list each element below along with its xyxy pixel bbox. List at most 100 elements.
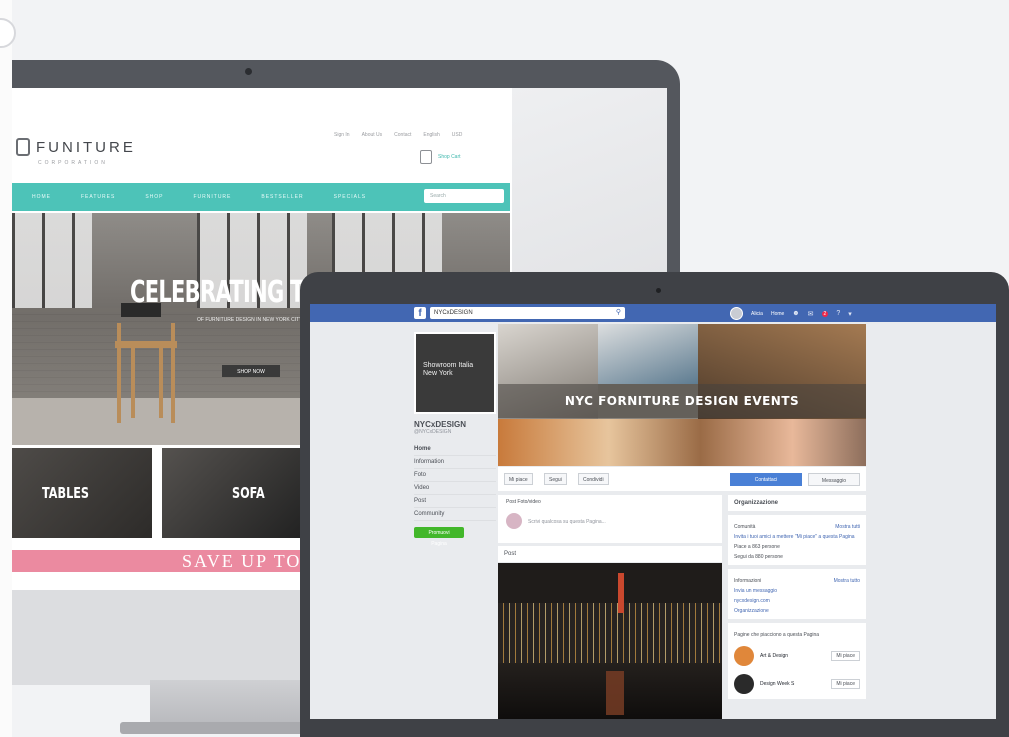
info-row[interactable]: Invia un messaggio [734, 588, 860, 594]
laptop-screen: f NYCxDESIGN ⚲ Alicia Home ☻ ✉ 2 ? ▾ Sho… [310, 304, 996, 719]
messages-icon[interactable]: ✉ [808, 310, 814, 318]
nav-item[interactable]: BESTSELLER [261, 194, 303, 200]
facebook-topbar: f NYCxDESIGN ⚲ Alicia Home ☻ ✉ 2 ? ▾ [310, 304, 996, 322]
cover-title: NYC FORNITURE DESIGN EVENTS [564, 394, 800, 408]
follow-button[interactable]: Segui [544, 473, 567, 485]
like-button[interactable]: Mi piace [504, 473, 533, 485]
circle-icon [0, 18, 16, 48]
suggested-page[interactable]: Design Week S Mi piace [734, 674, 860, 694]
user-avatar[interactable] [730, 307, 743, 320]
community-title: Comunità [734, 524, 756, 530]
shopping-bag-icon [420, 150, 432, 164]
page-profile-picture[interactable]: Showroom Italia New York [414, 332, 496, 414]
category-tile-sofa[interactable]: SOFA [162, 448, 300, 538]
search-icon[interactable]: ⚲ [616, 307, 621, 319]
liked-pages-box: Pagine che piacciono a questa Pagina Art… [728, 623, 866, 699]
message-button[interactable]: Messaggio [808, 473, 860, 486]
page-action-row: Mi piace Segui Condividi Contattaci Mess… [498, 467, 866, 491]
main-navbar: HOME FEATURES SHOP FURNITURE BESTSELLER … [12, 183, 510, 211]
left-nav-item[interactable]: Information [414, 456, 496, 469]
post-composer[interactable]: Post Foto/video Scrivi qualcosa su quest… [498, 495, 722, 543]
facebook-logo-icon[interactable]: f [414, 307, 426, 319]
left-nav-item[interactable]: Community [414, 508, 496, 521]
logo-subtext: CORPORATION [38, 160, 108, 166]
user-name[interactable]: Alicia [751, 311, 763, 317]
top-link[interactable]: USD [452, 132, 463, 138]
nav-item[interactable]: SPECIALS [334, 194, 366, 200]
hero-subtitle: OF FURNITURE DESIGN IN NEW YORK CITY [197, 317, 303, 323]
info-box: Informazioni Mostra tutto Invia un messa… [728, 569, 866, 619]
background-left-edge [0, 0, 16, 737]
nav-item[interactable]: FURNITURE [193, 194, 231, 200]
right-column: Organizzazione Comunità Mostra tutti Inv… [728, 495, 866, 703]
search-input[interactable]: Search [424, 189, 504, 203]
suggested-page-name[interactable]: Art & Design [760, 653, 831, 659]
community-row: Piace a 863 persone [734, 544, 780, 550]
page-handle: @NYCxDESIGN [414, 429, 452, 435]
category-tile-tables[interactable]: TABLES [12, 448, 152, 538]
left-nav-item[interactable]: Video [414, 482, 496, 495]
nav-item[interactable]: FEATURES [81, 194, 115, 200]
chair-image [107, 303, 207, 423]
top-link[interactable]: Contact [394, 132, 411, 138]
shop-cart[interactable]: Shop Cart [420, 150, 461, 164]
post-image[interactable] [498, 563, 722, 719]
contact-button[interactable]: Contattaci [730, 473, 802, 486]
cover-photo[interactable]: NYC FORNITURE DESIGN EVENTS [498, 324, 866, 466]
info-row[interactable]: Organizzazione [734, 608, 860, 614]
community-show-all[interactable]: Mostra tutti [835, 524, 860, 530]
camera-dot [245, 68, 252, 75]
site-logo[interactable]: FUNITURE CORPORATION [16, 138, 136, 166]
window-graphic [12, 213, 92, 308]
org-label: Organizzazione [734, 500, 779, 506]
info-row[interactable]: nycxdesign.com [734, 598, 860, 604]
laptop: f NYCxDESIGN ⚲ Alicia Home ☻ ✉ 2 ? ▾ Sho… [300, 272, 1009, 737]
tile-caption: TABLES [42, 484, 90, 502]
suggested-page-name[interactable]: Design Week S [760, 681, 831, 687]
share-button[interactable]: Condividi [578, 473, 609, 485]
composer-tabs[interactable]: Post Foto/video [506, 499, 541, 505]
tile-caption: SOFA [232, 484, 265, 502]
camera-dot [656, 288, 661, 293]
nav-item[interactable]: SHOP [145, 194, 163, 200]
top-link[interactable]: About Us [362, 132, 383, 138]
search-input[interactable]: NYCxDESIGN ⚲ [430, 307, 625, 319]
suggested-page-avatar [734, 674, 754, 694]
suggested-page[interactable]: Art & Design Mi piace [734, 646, 860, 666]
top-link[interactable]: English [423, 132, 439, 138]
community-row: Segui da 880 persone [734, 554, 783, 560]
page-left-column: Showroom Italia New York NYCxDESIGN @NYC… [414, 332, 496, 550]
left-nav-item[interactable]: Post [414, 495, 496, 508]
nav-item[interactable]: HOME [32, 194, 51, 200]
left-nav-item[interactable]: Foto [414, 469, 496, 482]
shop-now-button[interactable]: SHOP NOW [222, 365, 280, 377]
help-icon[interactable]: ? [836, 310, 840, 317]
suggested-page-like-button[interactable]: Mi piace [831, 651, 860, 661]
suggested-page-like-button[interactable]: Mi piace [831, 679, 860, 689]
top-link[interactable]: Sign In [334, 132, 350, 138]
composer-placeholder[interactable]: Scrivi qualcosa su questa Pagina... [528, 519, 606, 525]
left-nav-item[interactable]: Home [414, 443, 496, 456]
profile-picture-text: Showroom Italia New York [423, 362, 474, 377]
organization-box: Organizzazione [728, 495, 866, 511]
chevron-down-icon[interactable]: ▾ [848, 310, 852, 318]
promote-page-button[interactable]: Promuovi Pagina [414, 527, 464, 547]
notification-badge: 2 [821, 310, 829, 317]
topbar-right: Alicia Home ☻ ✉ 2 ? ▾ [730, 307, 852, 320]
info-title: Informazioni [734, 578, 762, 584]
friends-icon[interactable]: ☻ [792, 310, 799, 317]
composer-avatar [506, 513, 522, 529]
top-links: Sign In About Us Contact English USD [334, 132, 462, 138]
logo-text: FUNITURE [36, 138, 136, 156]
suggested-page-avatar [734, 646, 754, 666]
home-link[interactable]: Home [771, 311, 784, 317]
search-value: NYCxDESIGN [434, 310, 473, 316]
page-name: NYCxDESIGN [414, 420, 467, 429]
community-box: Comunità Mostra tutti Invita i tuoi amic… [728, 515, 866, 565]
liked-pages-title: Pagine che piacciono a questa Pagina [734, 632, 820, 638]
info-show-all[interactable]: Mostra tutto [834, 578, 860, 584]
cart-label: Shop Cart [438, 154, 461, 160]
community-row[interactable]: Invita i tuoi amici a mettere "Mi piace"… [734, 534, 860, 540]
promo-text: SAVE UP TO [182, 551, 302, 571]
chair-logo-icon [16, 138, 30, 156]
